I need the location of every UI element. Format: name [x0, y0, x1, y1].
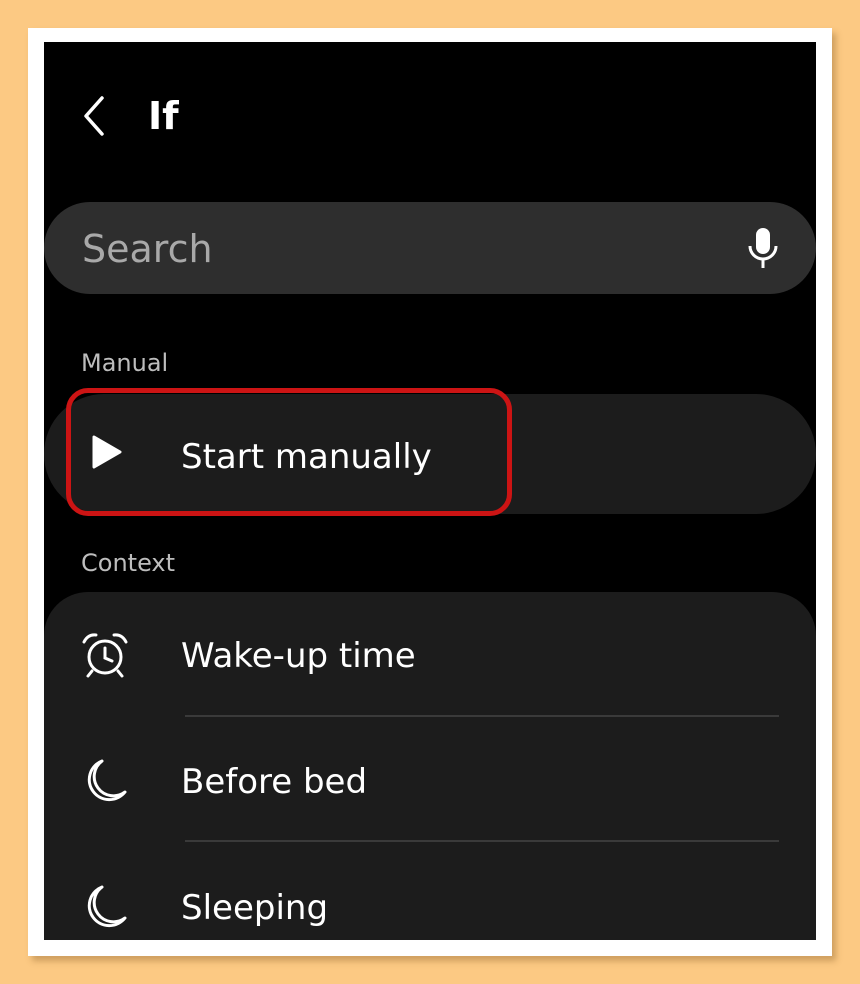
app-screen: If Manual Start manually Context Wake-up…: [44, 42, 816, 940]
moon-icon: [87, 885, 127, 928]
alarm-clock-icon: [82, 633, 128, 678]
search-input[interactable]: [80, 224, 704, 274]
microphone-icon[interactable]: [744, 224, 782, 272]
list-item-label: Wake-up time: [181, 636, 416, 676]
list-item-sleeping[interactable]: Sleeping: [44, 844, 816, 940]
section-label-context: Context: [81, 549, 176, 577]
list-item-before-bed[interactable]: Before bed: [44, 718, 816, 842]
start-manually-label: Start manually: [181, 437, 432, 477]
context-card: Wake-up time Before bed Sleeping: [44, 592, 816, 940]
list-item-wake-up-time[interactable]: Wake-up time: [44, 592, 816, 716]
play-icon: [92, 435, 122, 469]
section-label-manual: Manual: [81, 349, 169, 377]
divider: [185, 715, 779, 717]
chevron-left-icon[interactable]: [80, 94, 110, 138]
moon-icon: [87, 759, 127, 802]
search-bar: [44, 202, 816, 294]
list-item-label: Sleeping: [181, 888, 329, 928]
page-title: If: [148, 94, 179, 138]
list-item-label: Before bed: [181, 762, 368, 802]
app-header: If: [44, 42, 816, 192]
divider: [185, 840, 779, 842]
